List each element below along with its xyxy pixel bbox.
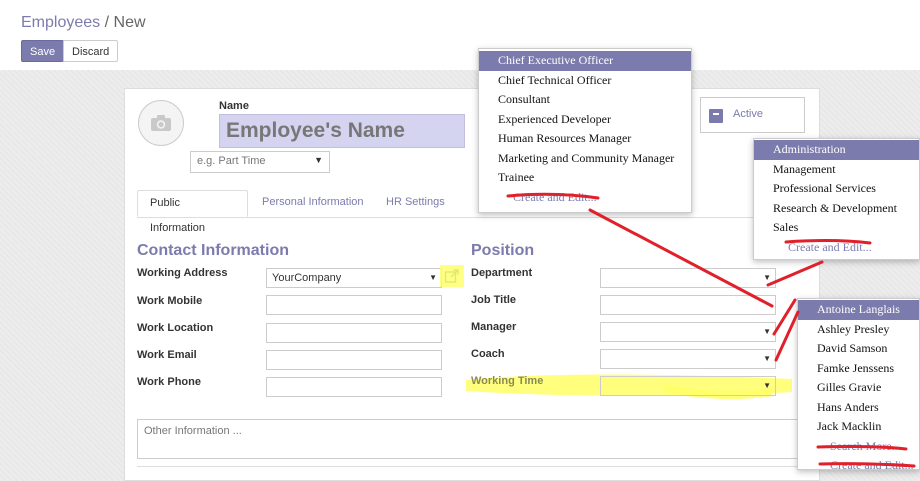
working-time-label: Working Time [471,375,544,387]
dropdown-item[interactable]: Marketing and Community Manager [479,149,691,169]
tab-public-information[interactable]: Public Information [137,190,248,234]
active-label: Active [733,108,763,120]
work-mobile-input[interactable] [266,295,442,315]
manager-select[interactable]: ▼ [600,322,776,342]
work-phone-input[interactable] [266,377,442,397]
working-time-select[interactable]: ▼ [600,376,776,396]
position-title: Position [471,242,535,259]
dropdown-item[interactable]: Administration [754,140,919,160]
dropdown-item[interactable]: Management [754,160,919,180]
job-title-label: Job Title [471,294,517,306]
search-more-option[interactable]: Search More... [798,437,919,457]
tab-hr-settings[interactable]: HR Settings [374,190,457,217]
dropdown-item[interactable]: Human Resources Manager [479,129,691,149]
contact-information-title: Contact Information [137,242,289,259]
work-location-label: Work Location [137,322,214,334]
create-and-edit-option[interactable]: Create and Edit... [479,188,691,208]
tags-select[interactable]: e.g. Part Time ▼ [190,151,330,173]
discard-button[interactable]: Discard [63,40,119,62]
archive-icon [709,109,723,123]
camera-icon [151,115,171,131]
chevron-down-icon: ▼ [314,155,323,165]
dropdown-item[interactable]: Chief Technical Officer [479,71,691,91]
create-and-edit-option[interactable]: Create and Edit... [754,238,919,258]
divider [137,466,817,467]
manager-label: Manager [471,321,517,333]
external-link-icon[interactable] [444,268,460,284]
coach-select[interactable]: ▼ [600,349,776,369]
chevron-down-icon: ▼ [429,273,437,282]
other-information-textarea[interactable]: Other Information ... [137,419,817,459]
working-address-label: Working Address [137,267,228,279]
manager-dropdown: Antoine Langlais Ashley Presley David Sa… [797,298,920,470]
breadcrumb-separator: / [104,14,110,31]
dropdown-item[interactable]: Gilles Gravie [798,378,919,398]
chevron-down-icon: ▼ [763,381,771,390]
employee-name-input[interactable]: Employee's Name [219,114,465,148]
work-mobile-label: Work Mobile [137,295,203,307]
dropdown-item[interactable]: Consultant [479,90,691,110]
dropdown-item[interactable]: Jack Macklin [798,417,919,437]
working-address-input[interactable]: YourCompany ▼ [266,268,442,288]
dropdown-item[interactable]: Research & Development [754,199,919,219]
breadcrumb-employees-link[interactable]: Employees [21,14,100,31]
department-select[interactable]: ▼ [600,268,776,288]
department-label: Department [471,267,533,279]
dropdown-item[interactable]: David Samson [798,339,919,359]
notebook-tabs: Public Information Personal Information … [137,190,817,234]
job-title-input[interactable] [600,295,776,315]
dropdown-item[interactable]: Hans Anders [798,398,919,418]
name-label: Name [219,100,249,112]
department-dropdown: Administration Management Professional S… [753,138,920,260]
dropdown-item[interactable]: Sales [754,218,919,238]
coach-label: Coach [471,348,505,360]
chevron-down-icon: ▼ [763,354,771,363]
dropdown-item[interactable]: Professional Services [754,179,919,199]
job-title-dropdown: Chief Executive Officer Chief Technical … [478,48,692,213]
breadcrumb-current: New [113,14,146,31]
work-email-input[interactable] [266,350,442,370]
chevron-down-icon: ▼ [763,327,771,336]
save-button[interactable]: Save [21,40,65,62]
breadcrumb: Employees / New [21,14,146,32]
employee-avatar[interactable] [138,100,184,146]
chevron-down-icon: ▼ [763,273,771,282]
work-phone-label: Work Phone [137,376,201,388]
dropdown-item[interactable]: Chief Executive Officer [479,51,691,71]
active-toggle-button[interactable]: Active [700,97,805,133]
work-email-label: Work Email [137,349,197,361]
tab-personal-information[interactable]: Personal Information [250,190,376,217]
working-address-value: YourCompany [272,272,342,284]
dropdown-item[interactable]: Experienced Developer [479,110,691,130]
dropdown-item[interactable]: Ashley Presley [798,320,919,340]
tags-placeholder: e.g. Part Time [197,155,266,167]
dropdown-item[interactable]: Famke Jenssens [798,359,919,379]
dropdown-item[interactable]: Trainee [479,168,691,188]
create-and-edit-option[interactable]: Create and Edit... [798,456,919,469]
dropdown-item[interactable]: Antoine Langlais [798,300,919,320]
control-panel [0,0,920,70]
work-location-input[interactable] [266,323,442,343]
